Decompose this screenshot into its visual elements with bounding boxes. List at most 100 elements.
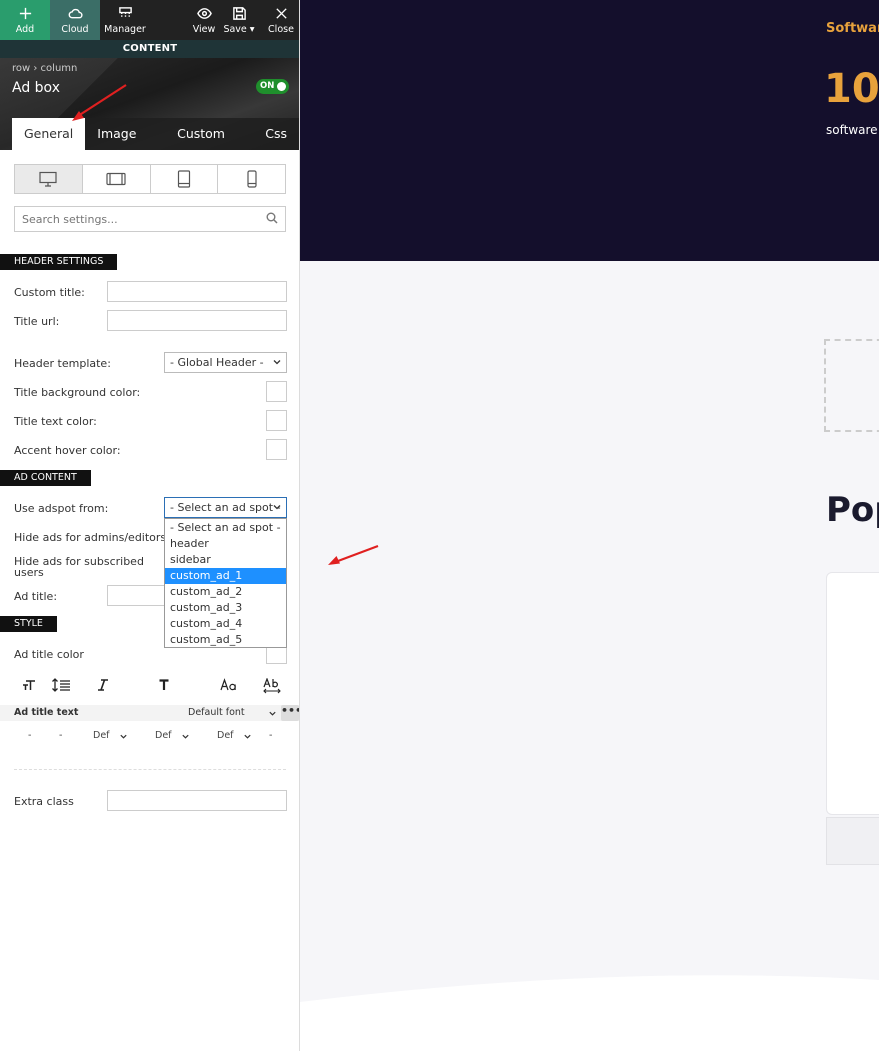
save-text: Save (223, 24, 247, 35)
typo-value-spacing[interactable]: - (269, 730, 272, 741)
page-preview: Softwar 10( software Pop (300, 0, 879, 1051)
ad-title-color-label: Ad title color (14, 648, 84, 661)
chevron-down-icon (244, 734, 251, 739)
device-desktop[interactable] (15, 165, 83, 193)
letter-spacing-icon[interactable] (263, 678, 281, 694)
title-text-color-label: Title text color: (14, 415, 97, 428)
font-family-select[interactable]: Default font (188, 707, 245, 718)
tab-image-ad[interactable]: Image ad (85, 118, 166, 173)
ad-title-label: Ad title: (14, 590, 58, 603)
device-tablet-portrait[interactable] (151, 165, 219, 193)
adspot-dropdown-list: - Select an ad spot - header sidebar cus… (164, 518, 287, 648)
search-icon (266, 212, 278, 224)
accent-hover-color-swatch[interactable] (266, 439, 287, 460)
title-text-color-swatch[interactable] (266, 410, 287, 431)
card-footer (826, 817, 879, 865)
hide-subscribed-label-line2: users (14, 566, 44, 579)
adspot-option[interactable]: custom_ad_5 (165, 632, 286, 648)
toggle-knob (277, 82, 286, 91)
enable-toggle[interactable]: ON (256, 79, 289, 94)
adspot-option[interactable]: custom_ad_4 (165, 616, 286, 632)
breadcrumb: row › column (12, 63, 78, 74)
divider (14, 769, 286, 770)
extra-class-input[interactable] (107, 790, 287, 811)
text-case-icon[interactable] (220, 678, 238, 692)
cloud-label: Cloud (61, 24, 89, 35)
element-title: Ad box (12, 80, 60, 96)
title-url-input[interactable] (107, 310, 287, 331)
typo-value-size[interactable]: - (28, 730, 31, 741)
device-phone[interactable] (218, 165, 285, 193)
adspot-option[interactable]: header (165, 536, 286, 552)
chevron-down-icon (273, 360, 281, 365)
adspot-select-value: - Select an ad spot - (170, 501, 281, 514)
tab-custom-ad[interactable]: Custom ad (165, 118, 254, 173)
chevron-down-icon (273, 505, 281, 510)
eye-icon (196, 8, 212, 19)
content-card (826, 572, 879, 815)
save-button[interactable]: Save ▾ (223, 0, 255, 40)
cloud-icon (68, 8, 83, 19)
bold-text-icon[interactable] (158, 678, 170, 692)
adspot-select[interactable]: - Select an ad spot - (164, 497, 287, 518)
add-button[interactable]: Add (0, 0, 50, 40)
typography-row: Ad title text Default font ••• (0, 705, 299, 721)
hero-subtitle: software (826, 123, 878, 137)
desktop-icon (39, 171, 57, 187)
manager-label: Manager (104, 24, 146, 35)
typography-icon-row (0, 678, 299, 700)
header-template-value: - Global Header - (170, 356, 264, 369)
title-bg-color-swatch[interactable] (266, 381, 287, 402)
layout-manager-icon (118, 7, 132, 19)
typo-value-transform[interactable]: Def (217, 730, 234, 741)
title-bg-color-label: Title background color: (14, 386, 141, 399)
section-style: STYLE (0, 616, 57, 632)
view-label: View (192, 24, 216, 35)
typo-value-line-height[interactable]: - (59, 730, 62, 741)
typo-value-weight[interactable]: Def (155, 730, 172, 741)
device-tablet-landscape[interactable] (83, 165, 151, 193)
tablet-portrait-icon (177, 170, 190, 188)
adspot-option[interactable]: custom_ad_2 (165, 584, 286, 600)
adspot-option[interactable]: custom_ad_3 (165, 600, 286, 616)
manager-button[interactable]: Manager (100, 0, 150, 40)
top-toolbar: Add Cloud Manager View Save ▾ Close (0, 0, 299, 40)
custom-title-input[interactable] (107, 281, 287, 302)
view-button[interactable]: View (186, 0, 222, 40)
section-header-settings: HEADER SETTINGS (0, 254, 118, 270)
adspot-option[interactable]: - Select an ad spot - (165, 520, 286, 536)
custom-title-label: Custom title: (14, 286, 85, 299)
more-options-button[interactable]: ••• (281, 705, 299, 721)
cloud-button[interactable]: Cloud (50, 0, 100, 40)
chevron-down-icon (269, 711, 276, 716)
extra-class-label: Extra class (14, 795, 74, 808)
toggle-label: ON (260, 81, 275, 91)
tab-css[interactable]: Css (253, 118, 299, 150)
adspot-option[interactable]: sidebar (165, 552, 286, 568)
use-adspot-label: Use adspot from: (14, 502, 109, 515)
line-height-icon[interactable] (51, 678, 71, 692)
header-template-select[interactable]: - Global Header - (164, 352, 287, 373)
save-label: Save ▾ (223, 24, 255, 35)
typo-value-style[interactable]: Def (93, 730, 110, 741)
settings-panel: Add Cloud Manager View Save ▾ Close CONT… (0, 0, 300, 1051)
hide-admins-label: Hide ads for admins/editors (14, 531, 167, 544)
header-template-label: Header template: (14, 357, 111, 370)
tab-general[interactable]: General (12, 118, 86, 150)
chevron-down-icon (182, 734, 189, 739)
tablet-landscape-icon (106, 172, 126, 186)
adspot-option-highlighted[interactable]: custom_ad_1 (165, 568, 286, 584)
content-bar: CONTENT (0, 40, 299, 58)
settings-tabs: General Image ad Custom ad Css (12, 118, 299, 173)
title-url-label: Title url: (14, 315, 60, 328)
phone-icon (247, 170, 257, 188)
italic-icon[interactable] (97, 678, 109, 692)
hero-kicker: Softwar (826, 21, 879, 36)
font-size-icon[interactable] (22, 678, 36, 692)
search-settings-input[interactable] (14, 206, 286, 232)
section-heading: Pop (826, 490, 879, 530)
ad-box-placeholder[interactable] (824, 339, 879, 432)
close-button[interactable]: Close (266, 0, 296, 40)
hero-section: Softwar 10( software (300, 0, 879, 261)
section-ad-content: AD CONTENT (0, 470, 91, 486)
